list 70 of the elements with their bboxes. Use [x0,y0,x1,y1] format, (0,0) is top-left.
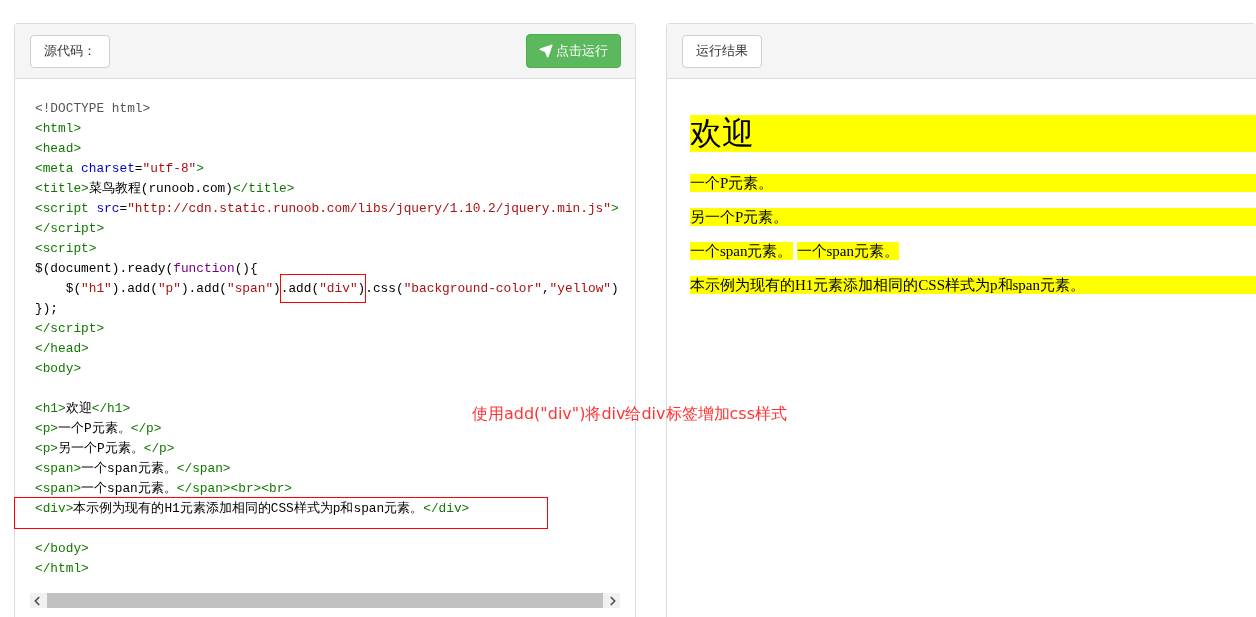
code-token: </p> [130,421,162,436]
result-span: 一个span元素。 [796,242,899,260]
code-token: </span> [176,461,231,476]
code-token: 另一个P元素。 [58,441,144,456]
code-token: <meta [35,161,75,176]
annotation-text: 使用add("div")将div给div标签增加css样式 [472,404,787,425]
result-paragraph: 本示例为现有的H1元素添加相同的CSS样式为p和span元素。 [690,276,1256,294]
result-span: 一个span元素。 [690,242,793,260]
code-token: > [611,201,619,216]
code-token: <p> [35,421,59,436]
code-token: 一个span元素。 [81,481,177,496]
code-token: </script> [35,221,105,236]
code-token: .add( [280,281,320,296]
code-token: (){ [234,261,258,276]
code-token: function [173,261,235,276]
code-token: <span> [35,481,82,496]
code-token: "p" [157,281,181,296]
code-token: <title> [35,181,89,196]
code-token: </div> [423,501,470,516]
code-token: <span> [35,461,82,476]
code-token: = [134,161,143,176]
result-paragraph: 一个P元素。 [690,174,1256,192]
code-token: </title> [232,181,295,196]
code-token: <!DOCTYPE html> [35,101,151,116]
code-token: 菜鸟教程(runoob.com) [88,181,233,196]
code-token: $( [64,281,82,296]
code-token: "utf-8" [142,161,197,176]
code-token: <script [35,201,90,216]
code-token: = [119,201,128,216]
code-token: </body> [35,541,89,556]
send-icon [539,44,553,58]
code-token: <div> [35,501,74,516]
code-token: ) [611,281,619,296]
code-token: <html> [35,121,82,136]
code-token: $(document).ready( [35,261,174,276]
code-token: "h1" [81,281,112,296]
code-token: </head> [35,341,89,356]
code-token: }); [35,301,59,316]
code-token: <p> [35,441,59,456]
code-token: 一个span元素。 [81,461,177,476]
code-token: charset [81,161,135,176]
code-token: 本示例为现有的H1元素添加相同的CSS样式为p和span元素。 [73,501,424,516]
code-token: "background-color" [403,281,542,296]
code-token: 一个P元素。 [58,421,131,436]
code-token: "div" [319,281,358,296]
code-token: <h1> [35,401,66,416]
code-token: <script> [35,241,97,256]
code-token: > [196,161,204,176]
result-heading: 欢迎 [690,115,1256,152]
code-token: </h1> [91,401,131,416]
result-paragraph: 另一个P元素。 [690,208,1256,226]
code-token: .css( [365,281,404,296]
code-token: ).add( [180,281,227,296]
code-token: </script> [35,321,105,336]
code-token: "span" [227,281,274,296]
code-token: </html> [35,561,89,576]
code-token: 欢迎 [65,401,92,416]
code-token: "yellow" [549,281,612,296]
code-token: ) [357,281,366,296]
code-token: ).add( [111,281,158,296]
code-token: <head> [35,141,82,156]
code-token: </span><br><br> [176,481,292,496]
code-token: ) [273,281,281,296]
code-token: src [96,201,120,216]
source-code-tab[interactable]: 源代码： [30,34,110,68]
result-tab[interactable]: 运行结果 [682,34,762,68]
code-token: "http://cdn.static.runoob.com/libs/jquery/1.10.2/jquery.min.js" [127,201,611,216]
code-token: </p> [143,441,175,456]
code-token: <body> [35,361,82,376]
code-token: , [541,281,550,296]
